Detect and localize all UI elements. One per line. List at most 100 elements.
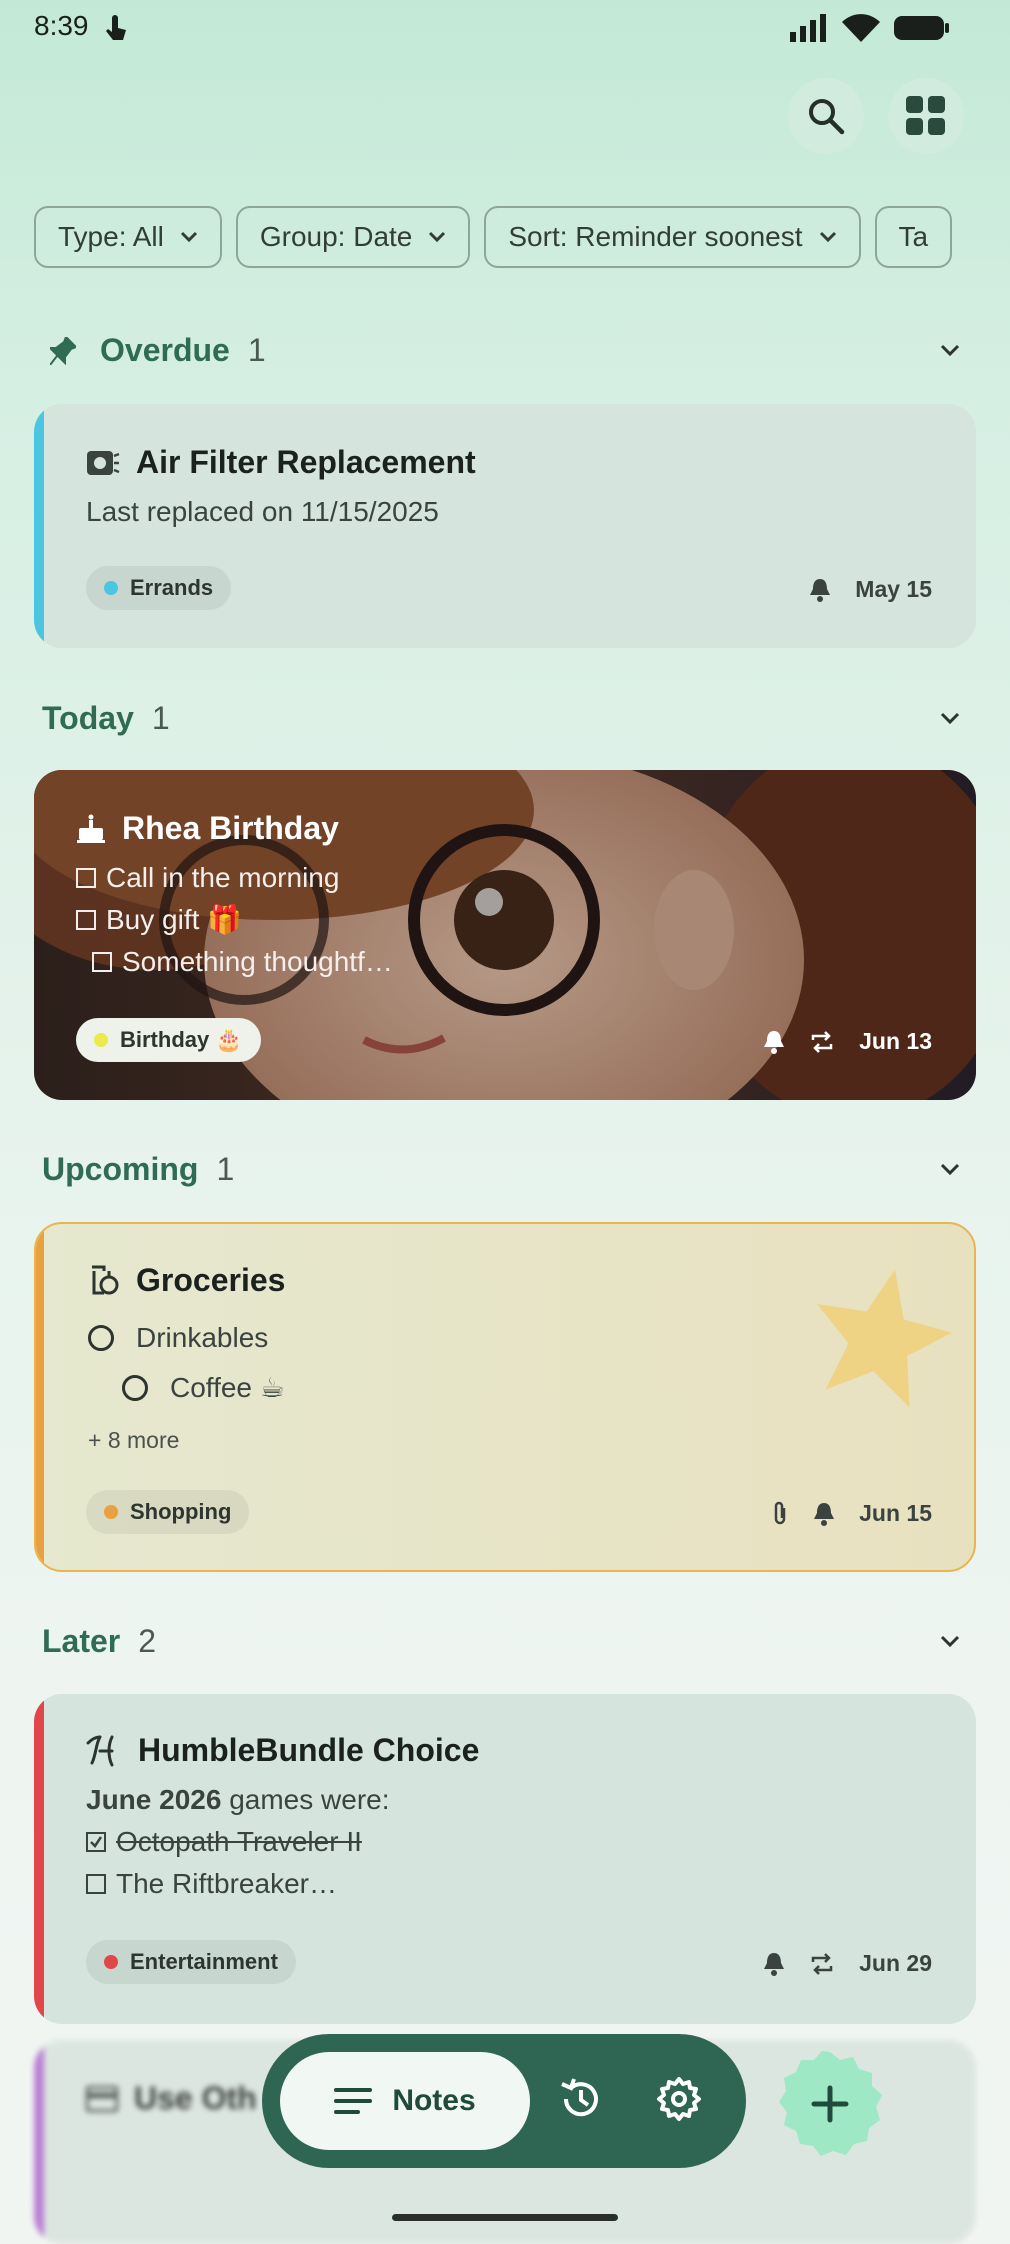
tag-filter-chip[interactable]: Ta: [874, 206, 953, 268]
card-icon: [86, 2085, 118, 2112]
repeat-icon: [811, 1030, 833, 1053]
groceries-icon: [88, 1265, 120, 1297]
reminder-date: Jun 29: [859, 1950, 932, 1976]
attachment-icon: [774, 1501, 786, 1524]
unchecked-circle-icon: [122, 1375, 148, 1401]
gesture-bar[interactable]: [392, 2214, 618, 2221]
tag-label: Birthday 🎂: [120, 1027, 243, 1052]
item-text: Drinkables: [136, 1322, 269, 1353]
history-button[interactable]: [558, 2076, 604, 2127]
chip-label: Type: All: [58, 221, 164, 252]
type-filter-chip[interactable]: Type: All: [34, 206, 222, 268]
checkbox-icon: [92, 952, 112, 972]
group-filter-chip[interactable]: Group: Date: [235, 206, 471, 268]
chevron-down-icon[interactable]: [940, 712, 960, 726]
add-note-button[interactable]: [774, 2048, 886, 2160]
checklist-item[interactable]: The Riftbreaker…: [86, 1863, 932, 1905]
checked-box-icon: [86, 1832, 106, 1852]
filter-chips: Type: All Group: Date Sort: Reminder soo…: [34, 206, 976, 268]
card-body-line: June 2026 games were:: [86, 1779, 932, 1821]
checkbox-icon: [76, 910, 96, 930]
section-title: Later: [42, 1623, 121, 1659]
reminder-date: May 15: [855, 576, 932, 602]
bottom-nav-bar: Notes: [262, 2034, 746, 2168]
note-card-groceries[interactable]: Groceries Drinkables Coffee ☕ + 8 more S…: [34, 1222, 976, 1572]
add-icon: [779, 2051, 882, 2156]
sort-filter-chip[interactable]: Sort: Reminder soonest: [484, 206, 861, 268]
bell-icon: [810, 578, 831, 602]
grid-icon: [906, 96, 945, 135]
body-bold: June 2026: [86, 1784, 222, 1815]
search-icon: [809, 99, 845, 135]
card-accent: [34, 404, 44, 648]
tag-label: Shopping: [130, 1499, 232, 1524]
pin-icon: [50, 336, 76, 365]
chevron-down-icon[interactable]: [940, 1635, 960, 1649]
unchecked-circle-icon: [88, 1325, 114, 1351]
more-items-label: + 8 more: [88, 1427, 180, 1453]
checklist-item[interactable]: Drinkables: [88, 1313, 930, 1363]
battery-icon: [894, 16, 949, 40]
section-count: 1: [151, 700, 170, 736]
tag-dot: [104, 1505, 118, 1519]
history-icon: [561, 2078, 598, 2117]
later-section-header[interactable]: Later 2: [42, 1623, 156, 1660]
chevron-down-icon: [180, 231, 197, 243]
chip-label: Sort: Reminder soonest: [508, 221, 803, 252]
item-text: The Riftbreaker…: [116, 1868, 337, 1899]
touch-icon: [104, 14, 130, 49]
tag-errands: Errands: [86, 566, 232, 610]
reminder-date: Jun 15: [859, 1500, 932, 1526]
checkbox-icon: [86, 1874, 106, 1894]
settings-icon: [657, 2077, 701, 2121]
tag-entertainment: Entertainment: [86, 1940, 296, 1984]
card-title: Use Oth: [134, 2080, 257, 2116]
search-button[interactable]: [788, 78, 864, 154]
card-title: HumbleBundle Choice: [138, 1732, 480, 1768]
chevron-down-icon: [429, 231, 446, 243]
wifi-icon: [842, 14, 880, 42]
tag-dot: [94, 1033, 108, 1047]
today-section-header[interactable]: Today 1: [42, 700, 170, 737]
tag-label: Entertainment: [130, 1949, 278, 1974]
checklist-item[interactable]: Buy gift 🎁: [76, 899, 932, 941]
card-body: Last replaced on 11/15/2025: [86, 496, 439, 527]
settings-button[interactable]: [656, 2076, 702, 2127]
checkbox-icon: [76, 868, 96, 888]
tag-birthday: Birthday 🎂: [76, 1018, 261, 1062]
chip-label: Group: Date: [259, 221, 413, 252]
repeat-icon: [811, 1952, 833, 1975]
card-accent: [36, 1224, 44, 1570]
layout-toggle-button[interactable]: [888, 78, 964, 154]
card-title: Air Filter Replacement: [136, 444, 476, 480]
checklist-item[interactable]: Something thoughtf…: [92, 941, 932, 983]
item-text: Call in the morning: [106, 862, 340, 893]
bell-icon: [814, 1502, 835, 1526]
section-title: Upcoming: [42, 1151, 199, 1187]
overdue-section-header[interactable]: Overdue 1: [50, 332, 266, 369]
body-rest: games were:: [221, 1784, 390, 1815]
reminder-date: Jun 13: [859, 1028, 932, 1054]
note-card-humblebundle[interactable]: HumbleBundle Choice June 2026 games were…: [34, 1694, 976, 2024]
item-text: Buy gift 🎁: [106, 904, 243, 935]
signal-icon: [790, 14, 826, 42]
section-count: 1: [216, 1151, 235, 1187]
item-text: Octopath Traveler II: [116, 1826, 362, 1857]
chevron-down-icon[interactable]: [940, 344, 960, 358]
bell-icon: [764, 1030, 785, 1054]
chevron-down-icon[interactable]: [940, 1163, 960, 1177]
notes-nav-button[interactable]: Notes: [280, 2052, 530, 2150]
checklist-item-checked[interactable]: Octopath Traveler II: [86, 1821, 932, 1863]
status-time: 8:39: [34, 10, 89, 41]
card-accent: [34, 2040, 44, 2244]
humblebundle-icon: [86, 1733, 122, 1769]
card-accent: [34, 1694, 44, 2024]
checklist-item[interactable]: Coffee ☕: [122, 1363, 930, 1413]
note-card-rhea-birthday[interactable]: Rhea Birthday Call in the morning Buy gi…: [34, 770, 976, 1100]
checklist-item[interactable]: Call in the morning: [76, 857, 932, 899]
chevron-down-icon: [819, 231, 836, 243]
chip-label: Ta: [898, 221, 929, 252]
note-card-air-filter[interactable]: Air Filter Replacement Last replaced on …: [34, 404, 976, 648]
section-title: Overdue: [100, 332, 230, 368]
upcoming-section-header[interactable]: Upcoming 1: [42, 1151, 234, 1188]
